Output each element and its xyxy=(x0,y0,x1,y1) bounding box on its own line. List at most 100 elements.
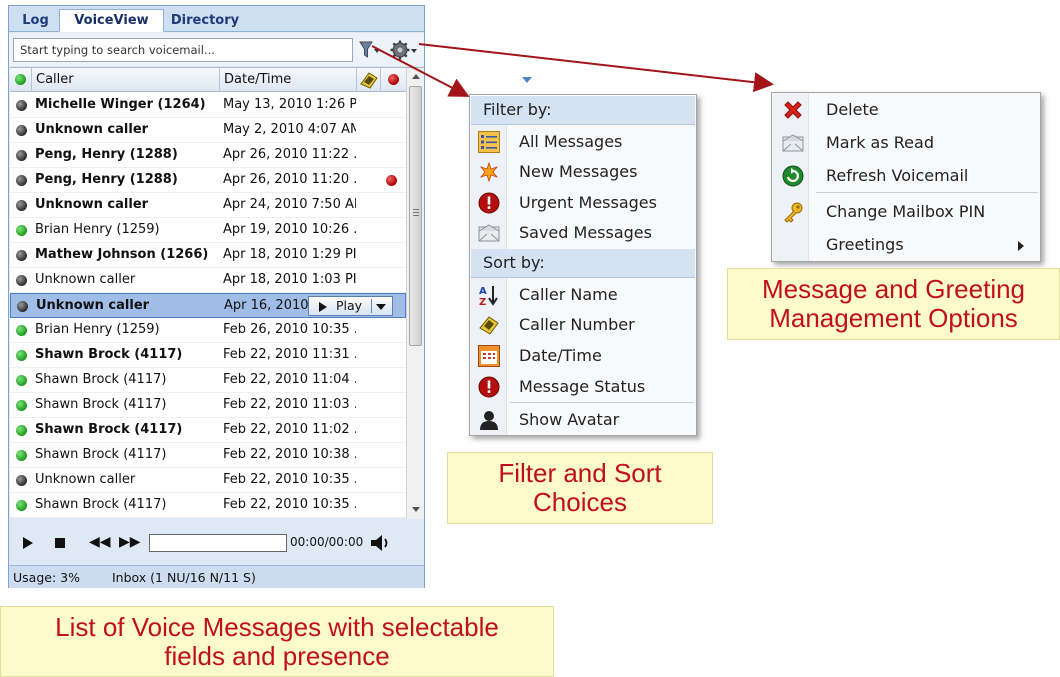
scroll-down-icon[interactable] xyxy=(412,507,420,512)
menu-label: Caller Number xyxy=(519,315,635,334)
callout-message-options: Message and Greeting Management Options xyxy=(727,268,1060,340)
menu-item-sort-caller-number[interactable]: Caller Number xyxy=(471,310,695,340)
message-row[interactable]: Unknown caller Apr 18, 2010 1:03 PI xyxy=(10,268,406,293)
volume-icon[interactable] xyxy=(369,532,393,554)
filter-icon[interactable] xyxy=(359,40,381,60)
menu-item-show-avatar[interactable]: Show Avatar xyxy=(471,405,695,435)
menu-item-greetings[interactable]: Greetings xyxy=(773,229,1039,261)
menu-item-urgent-messages[interactable]: Urgent Messages xyxy=(471,188,695,218)
message-row[interactable]: Unknown caller Apr 16, 2010 Play xyxy=(10,293,406,318)
menu-item-all-messages[interactable]: All Messages xyxy=(471,127,695,157)
message-row[interactable]: Brian Henry (1259) Feb 26, 2010 10:35 . xyxy=(10,318,406,343)
playback-progress-bar[interactable] xyxy=(149,534,287,552)
scrollbar[interactable] xyxy=(406,68,424,519)
message-row[interactable]: Mathew Johnson (1266) Apr 18, 2010 1:29 P… xyxy=(10,243,406,268)
play-button[interactable]: Play xyxy=(308,296,393,316)
presence-icon xyxy=(16,225,27,236)
callout-line: Message and Greeting xyxy=(761,274,1026,304)
menu-item-delete[interactable]: Delete xyxy=(773,94,1039,126)
message-row[interactable]: Unknown caller Apr 24, 2010 7:50 AI xyxy=(10,193,406,218)
menu-item-sort-message-status[interactable]: Message Status xyxy=(471,372,695,402)
grid-header: Caller Date/Time xyxy=(10,68,532,92)
caller-cell: Michelle Winger (1264) xyxy=(35,97,206,112)
svg-text:A: A xyxy=(479,286,487,297)
message-row[interactable]: Peng, Henry (1288) Apr 26, 2010 11:22 . xyxy=(10,143,406,168)
tab-log[interactable]: Log xyxy=(13,9,58,32)
message-row[interactable]: Shawn Brock (4117) Feb 22, 2010 10:35 . xyxy=(10,493,406,518)
menu-label: Change Mailbox PIN xyxy=(826,202,986,221)
date-cell: Feb 22, 2010 11:02 . xyxy=(223,422,356,437)
menu-item-sort-date-time[interactable]: Date/Time xyxy=(471,341,695,371)
menu-item-saved-messages[interactable]: Saved Messages xyxy=(471,218,695,248)
presence-icon xyxy=(16,375,27,386)
search-input[interactable]: Start typing to search voicemail... xyxy=(13,38,353,62)
avatar-icon xyxy=(480,411,498,430)
menu-item-change-mailbox-pin[interactable]: Change Mailbox PIN xyxy=(773,196,1039,228)
usage-status: Usage: 3% xyxy=(13,570,80,585)
filter-by-header: Filter by: xyxy=(471,96,695,125)
menu-item-mark-as-read[interactable]: Mark as Read xyxy=(773,127,1039,159)
date-cell: Feb 22, 2010 10:35 . xyxy=(223,497,356,512)
caller-cell: Unknown caller xyxy=(36,298,150,313)
message-row[interactable]: Brian Henry (1259) Apr 19, 2010 10:26 . xyxy=(10,218,406,243)
callout-filter-sort: Filter and Sort Choices xyxy=(447,452,713,524)
caller-cell: Shawn Brock (4117) xyxy=(35,347,183,362)
grip-icon xyxy=(413,209,419,216)
scroll-thumb[interactable] xyxy=(409,86,422,346)
urgent-icon xyxy=(478,192,500,214)
callout-line: Filter and Sort xyxy=(498,458,662,488)
menu-label: Show Avatar xyxy=(519,410,620,429)
play-icon[interactable] xyxy=(23,537,33,549)
presence-column-header[interactable] xyxy=(10,68,32,92)
filter-sort-menu: Filter by: All Messages New Messages Urg… xyxy=(469,94,697,436)
urgent-icon xyxy=(388,74,399,85)
menu-label: Mark as Read xyxy=(826,133,934,152)
message-row[interactable]: Shawn Brock (4117) Feb 22, 2010 11:31 . xyxy=(10,343,406,368)
rewind-icon[interactable]: ◀◀ xyxy=(89,534,111,550)
menu-item-refresh-voicemail[interactable]: Refresh Voicemail xyxy=(773,160,1039,192)
message-row[interactable]: Shawn Brock (4117) Feb 22, 2010 11:02 . xyxy=(10,418,406,443)
list-icon xyxy=(478,131,500,153)
phone-icon xyxy=(479,316,499,335)
date-column-label: Date/Time xyxy=(224,72,292,87)
message-row[interactable]: Unknown caller Feb 22, 2010 10:35 . xyxy=(10,468,406,493)
presence-icon xyxy=(16,425,27,436)
calendar-icon xyxy=(478,345,500,367)
menu-item-sort-caller-name[interactable]: A Z Caller Name xyxy=(471,280,695,310)
caller-column-header[interactable]: Caller xyxy=(32,68,220,92)
menu-label: Urgent Messages xyxy=(519,193,657,212)
presence-icon xyxy=(16,250,27,261)
scroll-up-icon[interactable] xyxy=(412,74,420,79)
presence-icon xyxy=(16,325,27,336)
tab-bar: Log VoiceView (16) Directory xyxy=(9,6,424,50)
arrow-message-options xyxy=(418,43,774,93)
date-cell: Apr 26, 2010 11:22 . xyxy=(223,147,356,162)
date-cell: Apr 19, 2010 10:26 . xyxy=(223,222,356,237)
message-row[interactable]: Unknown caller May 2, 2010 4:07 AM xyxy=(10,118,406,143)
message-row[interactable]: Shawn Brock (4117) Feb 22, 2010 10:38 . xyxy=(10,443,406,468)
fast-forward-icon[interactable]: ▶▶ xyxy=(119,534,141,550)
message-row[interactable]: Shawn Brock (4117) Feb 22, 2010 11:04 . xyxy=(10,368,406,393)
message-row[interactable]: Michelle Winger (1264) May 13, 2010 1:26 … xyxy=(10,93,406,118)
stop-icon[interactable] xyxy=(55,538,65,548)
menu-item-new-messages[interactable]: New Messages xyxy=(471,157,695,187)
caller-cell: Shawn Brock (4117) xyxy=(35,447,167,462)
caller-number-column-header[interactable] xyxy=(357,68,381,92)
caller-cell: Shawn Brock (4117) xyxy=(35,372,167,387)
date-column-header[interactable]: Date/Time xyxy=(220,68,532,92)
menu-label: Caller Name xyxy=(519,285,618,304)
tab-directory[interactable]: Directory xyxy=(167,9,243,32)
caller-cell: Unknown caller xyxy=(35,472,136,487)
tab-voiceview[interactable]: VoiceView (16) xyxy=(59,9,164,50)
divider xyxy=(371,299,372,313)
chevron-down-icon[interactable] xyxy=(376,304,386,310)
message-row[interactable]: Shawn Brock (4117) Feb 22, 2010 11:03 . xyxy=(10,393,406,418)
svg-text:Z: Z xyxy=(479,297,486,306)
date-cell: Apr 18, 2010 1:03 PI xyxy=(223,272,356,287)
date-cell: Feb 22, 2010 10:38 . xyxy=(223,447,356,462)
gear-icon[interactable] xyxy=(390,39,418,61)
urgent-icon xyxy=(386,175,397,186)
date-cell: Feb 26, 2010 10:35 . xyxy=(223,322,356,337)
status-column-header[interactable] xyxy=(381,68,406,92)
message-row[interactable]: Peng, Henry (1288) Apr 26, 2010 11:20 . xyxy=(10,168,406,193)
